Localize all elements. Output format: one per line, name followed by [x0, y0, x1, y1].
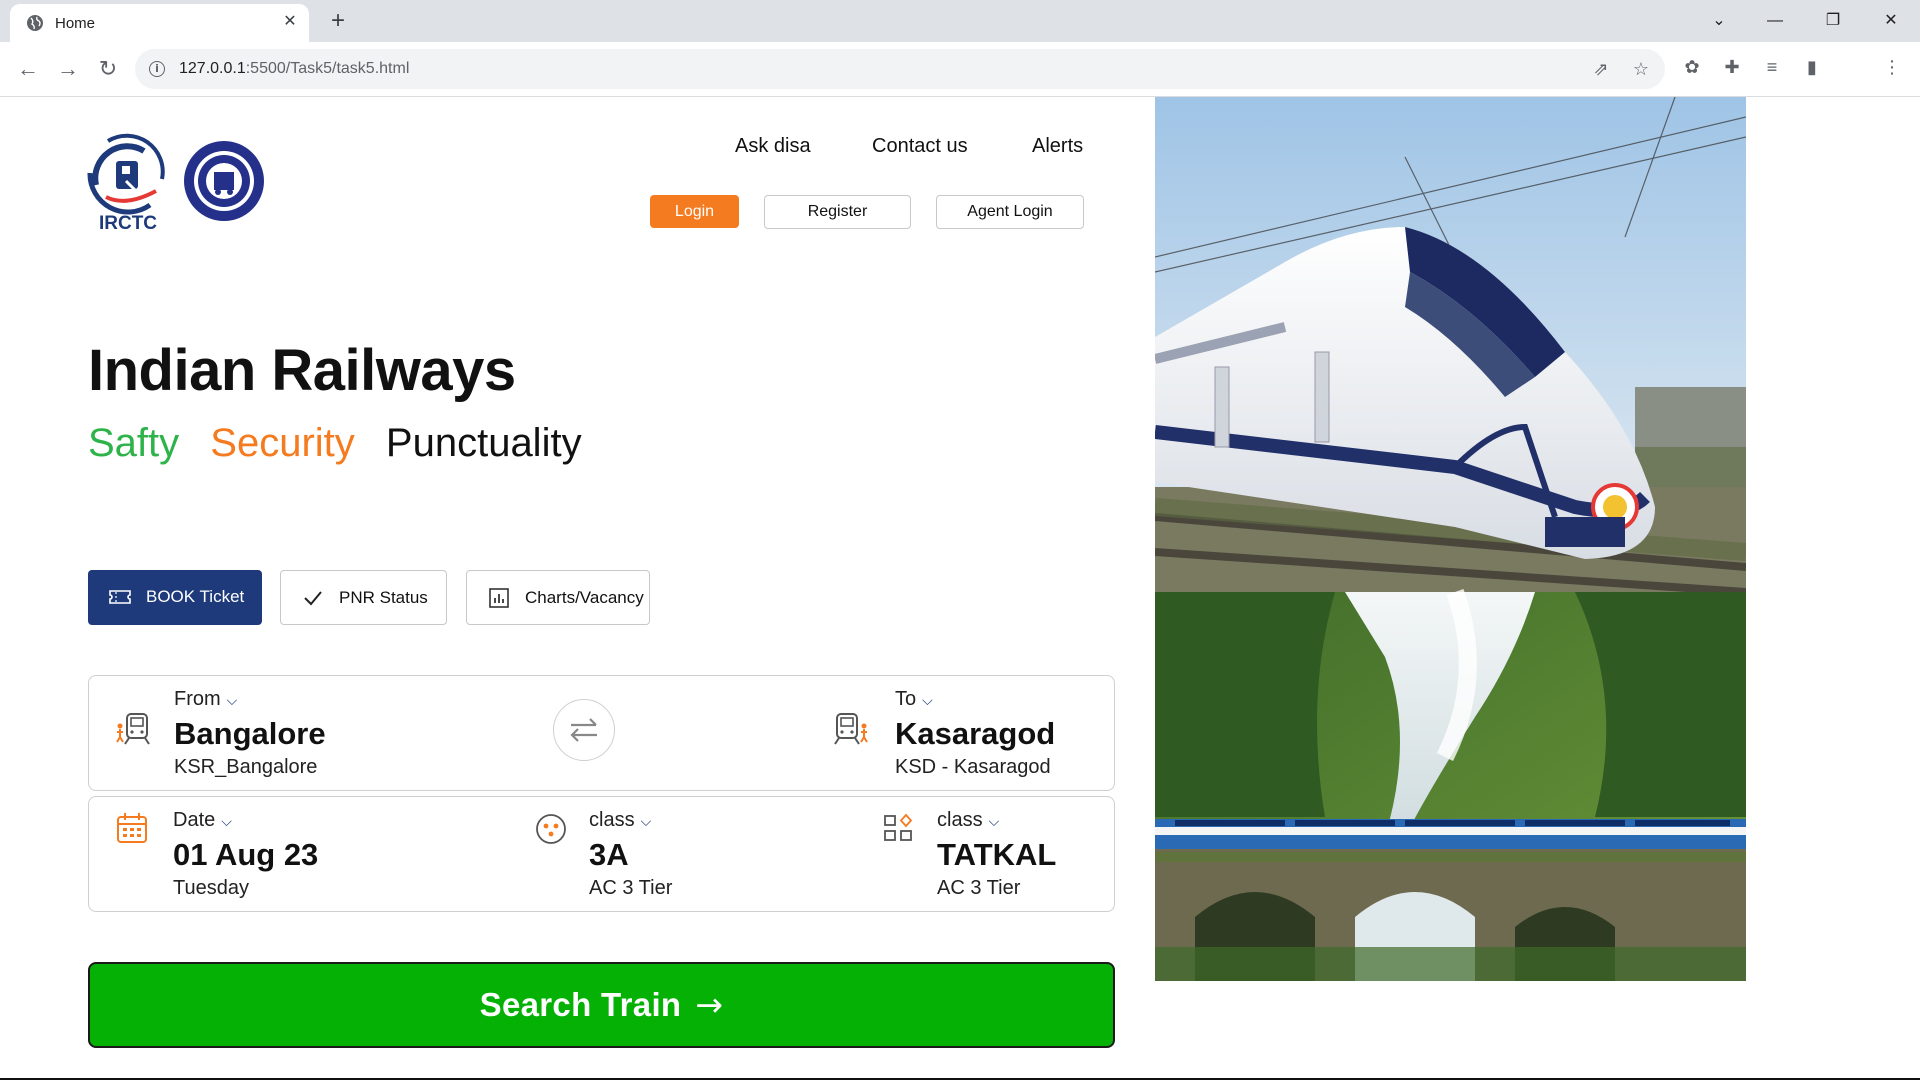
login-button[interactable]: Login — [650, 195, 739, 228]
browser-toolbar: ← → ↻ i 127.0.0.1:5500/Task5/task5.html … — [0, 42, 1920, 124]
class-caption[interactable]: class ⌵ — [589, 809, 651, 832]
from-caption[interactable]: From ⌵ — [174, 688, 237, 711]
back-icon[interactable]: ← — [14, 55, 42, 83]
date-day: Tuesday — [173, 877, 249, 899]
quota-value[interactable]: TATKAL — [937, 837, 1056, 873]
agent-login-button[interactable]: Agent Login — [936, 195, 1084, 229]
from-code: KSR_Bangalore — [174, 756, 318, 778]
puzzle-icon[interactable]: ✚ — [1720, 55, 1744, 79]
chevron-down-icon: ⌵ — [226, 692, 238, 708]
nav-ask-disa[interactable]: Ask disa — [735, 135, 811, 158]
register-button[interactable]: Register — [764, 195, 911, 229]
swap-button[interactable] — [553, 699, 615, 761]
chevron-down-icon: ⌵ — [988, 813, 1000, 829]
tab-charts-label: Charts/Vacancy — [525, 588, 644, 607]
irctc-logo: IRCTC — [87, 133, 165, 233]
plus-icon[interactable]: + — [325, 8, 351, 34]
page: IRCTC Ask disa Contact us Alerts Login R… — [0, 97, 1920, 1080]
minimize-icon[interactable]: — — [1760, 6, 1790, 36]
class-sub: AC 3 Tier — [589, 877, 673, 899]
seat-class-icon — [536, 814, 566, 844]
to-code: KSD - Kasaragod — [895, 756, 1051, 778]
ticket-icon — [109, 590, 131, 604]
journey-card: From ⌵ Bangalore KSR_Bangalore To ⌵ Kasara… — [88, 675, 1115, 791]
chevron-down-icon: ⌵ — [221, 813, 232, 829]
info-icon[interactable]: i — [149, 61, 165, 77]
extension-icon[interactable]: ✿ — [1680, 55, 1704, 79]
restore-icon[interactable]: ❐ — [1818, 6, 1848, 36]
chevron-down-icon: ⌵ — [640, 813, 652, 829]
irctc-logo-text: IRCTC — [99, 213, 157, 233]
chevron-down-icon: ⌵ — [922, 692, 933, 708]
tagline: Safty Security Punctuality — [88, 421, 602, 466]
search-train-label: Search Train — [479, 986, 682, 1023]
arrow-right-icon: → — [695, 985, 724, 1024]
star-icon[interactable]: ☆ — [1630, 58, 1652, 80]
address-bar[interactable]: i 127.0.0.1:5500/Task5/task5.html ⇗ ☆ — [135, 49, 1665, 89]
nav-alerts[interactable]: Alerts — [1032, 135, 1083, 158]
class-value[interactable]: 3A — [589, 837, 629, 873]
url-text: 127.0.0.1:5500/Task5/task5.html — [179, 60, 410, 77]
station-icon — [116, 713, 150, 745]
sidepanel-icon[interactable]: ▮ — [1800, 55, 1824, 79]
calendar-icon — [117, 813, 147, 843]
indian-railways-emblem — [184, 141, 264, 221]
search-train-button[interactable]: Search Train → — [88, 962, 1115, 1048]
to-city[interactable]: Kasaragod — [895, 716, 1055, 752]
menu-icon[interactable]: ⋮ — [1880, 55, 1904, 79]
tab-book-ticket[interactable]: BOOK Ticket — [88, 570, 262, 625]
browser-tab[interactable]: Home ✕ — [10, 4, 309, 42]
tab-pnr-label: PNR Status — [339, 588, 428, 607]
tab-book-label: BOOK Ticket — [146, 587, 245, 606]
quota-icon — [884, 813, 913, 841]
nav-contact-us[interactable]: Contact us — [872, 135, 968, 158]
tagline-security: Security — [210, 421, 355, 465]
media-icon[interactable]: ≡ — [1760, 55, 1784, 79]
tagline-safety: Safty — [88, 421, 180, 465]
chart-icon — [489, 588, 509, 608]
details-card: Date ⌵ 01 Aug 23 Tuesday class ⌵ 3A AC 3 T… — [88, 796, 1115, 912]
close-window-icon[interactable]: ✕ — [1876, 6, 1906, 36]
tagline-punctuality: Punctuality — [385, 421, 582, 465]
chevron-down-icon[interactable]: ⌄ — [1704, 6, 1734, 36]
hero-photo — [1155, 97, 1746, 981]
reload-icon[interactable]: ↻ — [94, 55, 122, 83]
quota-caption[interactable]: class ⌵ — [937, 809, 999, 832]
to-caption[interactable]: To ⌵ — [895, 688, 933, 711]
page-title: Indian Railways — [88, 338, 516, 403]
forward-icon[interactable]: → — [54, 55, 82, 83]
station-icon — [834, 713, 868, 745]
browser-tabstrip: Home ✕ + ⌄ — ❐ ✕ — [0, 0, 1920, 42]
tab-pnr-status[interactable]: PNR Status — [280, 570, 447, 625]
from-city[interactable]: Bangalore — [174, 716, 326, 752]
share-icon[interactable]: ⇗ — [1590, 58, 1612, 80]
globe-icon — [27, 15, 43, 31]
close-icon[interactable]: ✕ — [280, 12, 300, 32]
check-icon — [304, 591, 322, 606]
date-value[interactable]: 01 Aug 23 — [173, 837, 318, 873]
tab-charts-vacancy[interactable]: Charts/Vacancy — [466, 570, 650, 625]
date-caption[interactable]: Date ⌵ — [173, 809, 232, 832]
quota-sub: AC 3 Tier — [937, 877, 1021, 899]
tab-title: Home — [55, 15, 96, 32]
swap-icon — [570, 718, 597, 742]
